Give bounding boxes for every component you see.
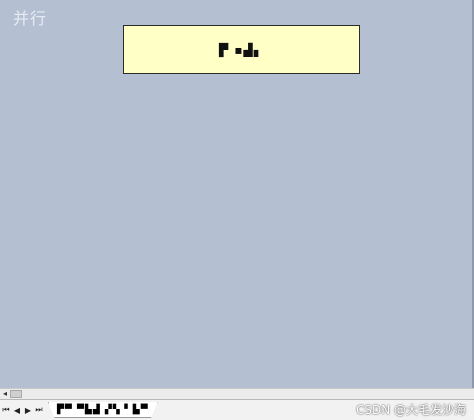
watermark-text: 并行 <box>13 9 48 28</box>
scroll-thumb[interactable] <box>10 390 22 398</box>
csdn-watermark: CSDN @大毛发沙海 <box>355 403 466 417</box>
diagram-element-label: ▛ ▪▟▖ <box>219 42 264 57</box>
last-sheet-icon[interactable]: ⏭ <box>34 404 44 416</box>
next-sheet-icon[interactable]: ▶ <box>23 404 33 416</box>
horizontal-scrollbar[interactable]: ◂ <box>0 388 474 399</box>
diagram-element[interactable]: ▛ ▪▟▖ <box>123 25 360 74</box>
prev-sheet-icon[interactable]: ◀ <box>12 404 22 416</box>
scroll-left-icon[interactable]: ◂ <box>0 389 10 399</box>
sheet-tab-active[interactable]: ▛▀ ▀▙▟ ▞▚▝ ▙▀ <box>48 402 158 418</box>
first-sheet-icon[interactable]: ⏮ <box>1 404 11 416</box>
